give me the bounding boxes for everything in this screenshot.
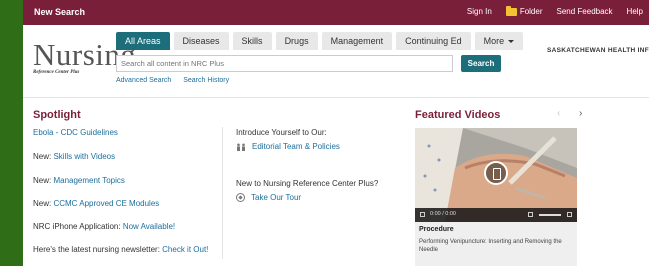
- video-player[interactable]: 0:00 / 0:00: [415, 128, 577, 222]
- search-history-link[interactable]: Search History: [183, 77, 229, 84]
- spotlight-link-newsletter[interactable]: Check it Out!: [162, 245, 208, 254]
- featured-videos-heading: Featured Videos: [415, 109, 501, 121]
- introduce-heading: Introduce Yourself to Our:: [236, 128, 327, 137]
- spotlight-link-ebola[interactable]: Ebola - CDC Guidelines: [33, 128, 118, 137]
- spotlight-item: Here's the latest nursing newsletter: Ch…: [33, 245, 209, 254]
- top-links: Sign In Folder Send Feedback Help: [453, 5, 649, 16]
- folder-link[interactable]: Folder: [505, 5, 543, 16]
- new-search-link[interactable]: New Search: [34, 7, 85, 17]
- spotlight-link-management-topics[interactable]: Management Topics: [53, 176, 124, 185]
- search-button[interactable]: Search: [461, 55, 501, 72]
- top-bar: New Search Sign In Folder Send Feedback …: [23, 0, 649, 25]
- tab-drugs[interactable]: Drugs: [275, 32, 318, 50]
- people-icon: [237, 143, 245, 151]
- chevron-down-icon: [508, 40, 515, 44]
- left-edge-strip: [0, 0, 23, 266]
- next-video-button[interactable]: ›: [579, 108, 582, 119]
- editorial-team-link[interactable]: Editorial Team & Policies: [236, 142, 340, 151]
- spotlight-link-skills-videos[interactable]: Skills with Videos: [53, 152, 115, 161]
- previous-video-button[interactable]: ‹: [557, 108, 560, 119]
- take-tour-label: Take Our Tour: [251, 193, 302, 202]
- tab-diseases[interactable]: Diseases: [173, 32, 229, 50]
- advanced-search-link[interactable]: Advanced Search: [116, 77, 171, 84]
- search-area-tabs: All Areas Diseases Skills Drugs Manageme…: [116, 32, 527, 50]
- tab-management[interactable]: Management: [321, 32, 393, 50]
- search-input[interactable]: [116, 55, 453, 72]
- tab-continuing-ed[interactable]: Continuing Ed: [396, 32, 471, 50]
- tab-skills[interactable]: Skills: [232, 32, 272, 50]
- column-divider: [222, 127, 223, 259]
- spotlight-item: New: Management Topics: [33, 176, 125, 185]
- folder-icon: [505, 5, 517, 16]
- spotlight-link-ce-modules[interactable]: CCMC Approved CE Modules: [53, 199, 159, 208]
- spotlight-item: New: CCMC Approved CE Modules: [33, 199, 160, 208]
- take-tour-link[interactable]: Take Our Tour: [236, 193, 301, 202]
- editorial-team-label: Editorial Team & Policies: [252, 142, 340, 151]
- spotlight-link-iphone-app[interactable]: Now Available!: [123, 222, 175, 231]
- compass-icon: [236, 193, 245, 202]
- spotlight-item: Ebola - CDC Guidelines: [33, 128, 118, 137]
- tab-more[interactable]: More: [474, 32, 524, 50]
- spotlight-item: NRC iPhone Application: Now Available!: [33, 222, 176, 231]
- folder-label: Folder: [519, 7, 543, 16]
- video-title: Performing Venipuncture: Inserting and R…: [419, 239, 562, 253]
- header-divider: [23, 97, 649, 98]
- spotlight-item: New: Skills with Videos: [33, 152, 116, 161]
- play-pause-icon[interactable]: [420, 212, 425, 217]
- volume-icon[interactable]: [528, 212, 533, 217]
- help-link[interactable]: Help: [627, 7, 643, 16]
- volume-slider[interactable]: [539, 214, 561, 216]
- video-category: Procedure: [419, 226, 454, 233]
- tab-more-label: More: [483, 36, 505, 46]
- send-feedback-link[interactable]: Send Feedback: [557, 7, 613, 16]
- video-controls: 0:00 / 0:00: [415, 208, 577, 222]
- organization-name: SASKATCHEWAN HEALTH INF: [547, 47, 649, 54]
- play-button[interactable]: [484, 161, 508, 185]
- video-time: 0:00 / 0:00: [430, 211, 456, 217]
- new-to-nrc-heading: New to Nursing Reference Center Plus?: [236, 179, 379, 188]
- fullscreen-icon[interactable]: [567, 212, 572, 217]
- spotlight-heading: Spotlight: [33, 109, 81, 121]
- tab-all-areas[interactable]: All Areas: [116, 32, 170, 50]
- sign-in-link[interactable]: Sign In: [467, 7, 492, 16]
- video-caption[interactable]: Procedure Performing Venipuncture: Inser…: [415, 222, 577, 266]
- search-sublinks: Advanced Search Search History: [116, 77, 239, 84]
- app-window: New Search Sign In Folder Send Feedback …: [23, 0, 649, 266]
